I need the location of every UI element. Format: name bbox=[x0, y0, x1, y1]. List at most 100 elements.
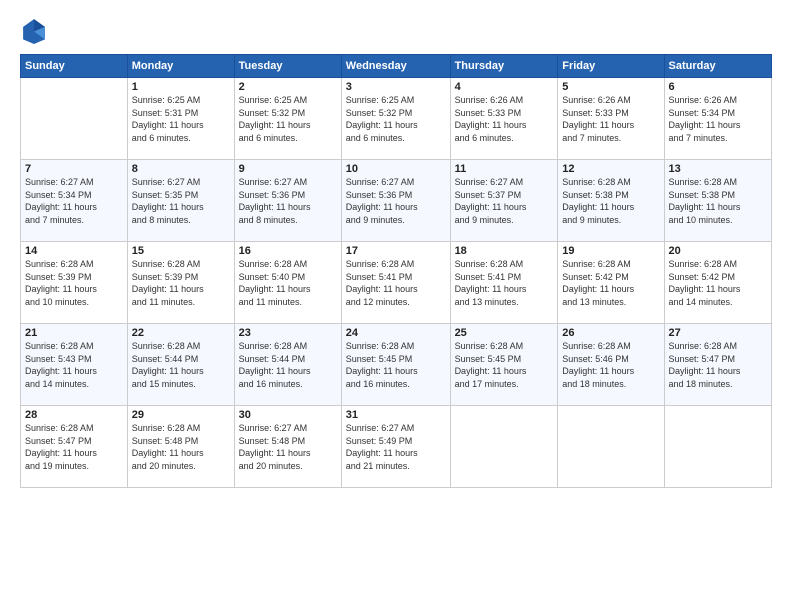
day-number: 21 bbox=[25, 327, 123, 339]
day-info: Sunrise: 6:27 AMSunset: 5:36 PMDaylight:… bbox=[346, 176, 446, 226]
day-number: 11 bbox=[455, 163, 554, 175]
calendar-cell: 19Sunrise: 6:28 AMSunset: 5:42 PMDayligh… bbox=[558, 242, 664, 324]
day-number: 16 bbox=[239, 245, 337, 257]
day-info: Sunrise: 6:28 AMSunset: 5:39 PMDaylight:… bbox=[132, 258, 230, 308]
day-number: 29 bbox=[132, 409, 230, 421]
day-number: 28 bbox=[25, 409, 123, 421]
day-number: 5 bbox=[562, 81, 659, 93]
day-number: 27 bbox=[669, 327, 767, 339]
calendar-cell: 2Sunrise: 6:25 AMSunset: 5:32 PMDaylight… bbox=[234, 78, 341, 160]
day-info: Sunrise: 6:28 AMSunset: 5:44 PMDaylight:… bbox=[239, 340, 337, 390]
day-info: Sunrise: 6:27 AMSunset: 5:35 PMDaylight:… bbox=[132, 176, 230, 226]
weekday-header-row: SundayMondayTuesdayWednesdayThursdayFrid… bbox=[21, 55, 772, 78]
day-number: 12 bbox=[562, 163, 659, 175]
weekday-sunday: Sunday bbox=[21, 55, 128, 78]
calendar-body: 1Sunrise: 6:25 AMSunset: 5:31 PMDaylight… bbox=[21, 78, 772, 488]
calendar-cell: 7Sunrise: 6:27 AMSunset: 5:34 PMDaylight… bbox=[21, 160, 128, 242]
calendar-cell: 8Sunrise: 6:27 AMSunset: 5:35 PMDaylight… bbox=[127, 160, 234, 242]
day-info: Sunrise: 6:26 AMSunset: 5:34 PMDaylight:… bbox=[669, 94, 767, 144]
calendar-cell: 22Sunrise: 6:28 AMSunset: 5:44 PMDayligh… bbox=[127, 324, 234, 406]
day-info: Sunrise: 6:28 AMSunset: 5:44 PMDaylight:… bbox=[132, 340, 230, 390]
day-info: Sunrise: 6:25 AMSunset: 5:31 PMDaylight:… bbox=[132, 94, 230, 144]
calendar-cell: 10Sunrise: 6:27 AMSunset: 5:36 PMDayligh… bbox=[341, 160, 450, 242]
day-number: 15 bbox=[132, 245, 230, 257]
day-number: 26 bbox=[562, 327, 659, 339]
weekday-saturday: Saturday bbox=[664, 55, 771, 78]
day-number: 22 bbox=[132, 327, 230, 339]
logo-icon bbox=[20, 16, 48, 44]
calendar-cell: 17Sunrise: 6:28 AMSunset: 5:41 PMDayligh… bbox=[341, 242, 450, 324]
weekday-tuesday: Tuesday bbox=[234, 55, 341, 78]
day-number: 4 bbox=[455, 81, 554, 93]
day-info: Sunrise: 6:28 AMSunset: 5:41 PMDaylight:… bbox=[455, 258, 554, 308]
day-info: Sunrise: 6:27 AMSunset: 5:48 PMDaylight:… bbox=[239, 422, 337, 472]
calendar-cell: 21Sunrise: 6:28 AMSunset: 5:43 PMDayligh… bbox=[21, 324, 128, 406]
page: SundayMondayTuesdayWednesdayThursdayFrid… bbox=[0, 0, 792, 612]
day-info: Sunrise: 6:26 AMSunset: 5:33 PMDaylight:… bbox=[562, 94, 659, 144]
weekday-thursday: Thursday bbox=[450, 55, 558, 78]
day-number: 1 bbox=[132, 81, 230, 93]
calendar-cell: 24Sunrise: 6:28 AMSunset: 5:45 PMDayligh… bbox=[341, 324, 450, 406]
weekday-wednesday: Wednesday bbox=[341, 55, 450, 78]
day-number: 17 bbox=[346, 245, 446, 257]
day-number: 19 bbox=[562, 245, 659, 257]
day-info: Sunrise: 6:25 AMSunset: 5:32 PMDaylight:… bbox=[239, 94, 337, 144]
calendar-cell bbox=[450, 406, 558, 488]
day-info: Sunrise: 6:28 AMSunset: 5:47 PMDaylight:… bbox=[669, 340, 767, 390]
day-number: 24 bbox=[346, 327, 446, 339]
logo bbox=[20, 16, 52, 44]
weekday-monday: Monday bbox=[127, 55, 234, 78]
day-info: Sunrise: 6:28 AMSunset: 5:47 PMDaylight:… bbox=[25, 422, 123, 472]
calendar-cell: 3Sunrise: 6:25 AMSunset: 5:32 PMDaylight… bbox=[341, 78, 450, 160]
day-number: 6 bbox=[669, 81, 767, 93]
day-number: 8 bbox=[132, 163, 230, 175]
day-number: 10 bbox=[346, 163, 446, 175]
calendar-cell: 5Sunrise: 6:26 AMSunset: 5:33 PMDaylight… bbox=[558, 78, 664, 160]
day-info: Sunrise: 6:28 AMSunset: 5:46 PMDaylight:… bbox=[562, 340, 659, 390]
day-number: 13 bbox=[669, 163, 767, 175]
day-number: 14 bbox=[25, 245, 123, 257]
week-row-4: 21Sunrise: 6:28 AMSunset: 5:43 PMDayligh… bbox=[21, 324, 772, 406]
calendar-cell: 12Sunrise: 6:28 AMSunset: 5:38 PMDayligh… bbox=[558, 160, 664, 242]
calendar: SundayMondayTuesdayWednesdayThursdayFrid… bbox=[20, 54, 772, 488]
day-number: 9 bbox=[239, 163, 337, 175]
calendar-cell bbox=[664, 406, 771, 488]
day-number: 31 bbox=[346, 409, 446, 421]
header bbox=[20, 16, 772, 44]
calendar-cell: 29Sunrise: 6:28 AMSunset: 5:48 PMDayligh… bbox=[127, 406, 234, 488]
day-info: Sunrise: 6:28 AMSunset: 5:45 PMDaylight:… bbox=[346, 340, 446, 390]
week-row-3: 14Sunrise: 6:28 AMSunset: 5:39 PMDayligh… bbox=[21, 242, 772, 324]
calendar-cell: 4Sunrise: 6:26 AMSunset: 5:33 PMDaylight… bbox=[450, 78, 558, 160]
day-number: 2 bbox=[239, 81, 337, 93]
calendar-cell: 1Sunrise: 6:25 AMSunset: 5:31 PMDaylight… bbox=[127, 78, 234, 160]
day-info: Sunrise: 6:28 AMSunset: 5:38 PMDaylight:… bbox=[669, 176, 767, 226]
day-number: 30 bbox=[239, 409, 337, 421]
day-info: Sunrise: 6:28 AMSunset: 5:42 PMDaylight:… bbox=[669, 258, 767, 308]
calendar-cell: 31Sunrise: 6:27 AMSunset: 5:49 PMDayligh… bbox=[341, 406, 450, 488]
day-number: 25 bbox=[455, 327, 554, 339]
day-info: Sunrise: 6:26 AMSunset: 5:33 PMDaylight:… bbox=[455, 94, 554, 144]
day-number: 18 bbox=[455, 245, 554, 257]
week-row-2: 7Sunrise: 6:27 AMSunset: 5:34 PMDaylight… bbox=[21, 160, 772, 242]
calendar-cell: 13Sunrise: 6:28 AMSunset: 5:38 PMDayligh… bbox=[664, 160, 771, 242]
calendar-cell: 14Sunrise: 6:28 AMSunset: 5:39 PMDayligh… bbox=[21, 242, 128, 324]
calendar-cell: 6Sunrise: 6:26 AMSunset: 5:34 PMDaylight… bbox=[664, 78, 771, 160]
day-info: Sunrise: 6:27 AMSunset: 5:36 PMDaylight:… bbox=[239, 176, 337, 226]
day-info: Sunrise: 6:28 AMSunset: 5:39 PMDaylight:… bbox=[25, 258, 123, 308]
day-info: Sunrise: 6:25 AMSunset: 5:32 PMDaylight:… bbox=[346, 94, 446, 144]
calendar-cell: 28Sunrise: 6:28 AMSunset: 5:47 PMDayligh… bbox=[21, 406, 128, 488]
day-number: 20 bbox=[669, 245, 767, 257]
weekday-friday: Friday bbox=[558, 55, 664, 78]
day-info: Sunrise: 6:28 AMSunset: 5:45 PMDaylight:… bbox=[455, 340, 554, 390]
day-info: Sunrise: 6:28 AMSunset: 5:48 PMDaylight:… bbox=[132, 422, 230, 472]
day-info: Sunrise: 6:27 AMSunset: 5:37 PMDaylight:… bbox=[455, 176, 554, 226]
calendar-cell: 30Sunrise: 6:27 AMSunset: 5:48 PMDayligh… bbox=[234, 406, 341, 488]
day-number: 7 bbox=[25, 163, 123, 175]
calendar-cell: 15Sunrise: 6:28 AMSunset: 5:39 PMDayligh… bbox=[127, 242, 234, 324]
day-info: Sunrise: 6:28 AMSunset: 5:41 PMDaylight:… bbox=[346, 258, 446, 308]
calendar-cell: 11Sunrise: 6:27 AMSunset: 5:37 PMDayligh… bbox=[450, 160, 558, 242]
calendar-cell: 20Sunrise: 6:28 AMSunset: 5:42 PMDayligh… bbox=[664, 242, 771, 324]
day-info: Sunrise: 6:28 AMSunset: 5:42 PMDaylight:… bbox=[562, 258, 659, 308]
day-info: Sunrise: 6:28 AMSunset: 5:38 PMDaylight:… bbox=[562, 176, 659, 226]
day-number: 23 bbox=[239, 327, 337, 339]
